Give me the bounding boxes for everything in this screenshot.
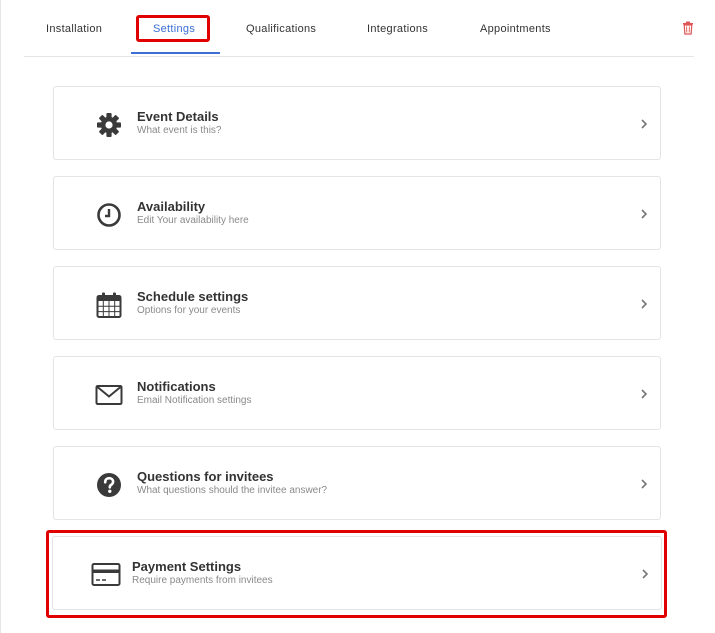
card-title: Questions for invitees	[137, 469, 274, 484]
tab-integrations[interactable]: Integrations	[367, 23, 428, 39]
notifications-card[interactable]: Notifications Email Notification setting…	[53, 356, 661, 430]
gear-icon	[95, 111, 123, 139]
card-subtitle: Edit Your availability here	[137, 215, 249, 226]
active-tab-indicator	[131, 52, 220, 54]
question-circle-icon	[95, 471, 123, 499]
clock-icon	[95, 201, 123, 229]
card-subtitle: What questions should the invitee answer…	[137, 485, 328, 496]
card-title: Notifications	[137, 379, 216, 394]
card-subtitle: Email Notification settings	[137, 395, 252, 406]
trash-icon[interactable]	[682, 21, 694, 35]
calendar-icon	[95, 291, 123, 319]
event-details-card[interactable]: Event Details What event is this?	[53, 86, 661, 160]
chevron-right-icon	[642, 569, 649, 579]
card-subtitle: What event is this?	[137, 125, 222, 136]
tab-settings[interactable]: Settings	[153, 23, 195, 39]
chevron-right-icon	[641, 299, 648, 309]
left-divider	[0, 0, 1, 633]
tab-installation[interactable]: Installation	[46, 23, 102, 39]
availability-card[interactable]: Availability Edit Your availability here	[53, 176, 661, 250]
chevron-right-icon	[641, 119, 648, 129]
card-title: Availability	[137, 199, 206, 214]
payment-settings-card[interactable]: Payment Settings Require payments from i…	[52, 536, 662, 610]
tab-qualifications[interactable]: Qualifications	[246, 23, 316, 39]
envelope-icon	[95, 381, 123, 409]
card-title: Event Details	[137, 109, 219, 124]
credit-card-icon	[91, 561, 121, 589]
questions-card[interactable]: Questions for invitees What questions sh…	[53, 446, 661, 520]
tab-appointments[interactable]: Appointments	[480, 23, 551, 39]
chevron-right-icon	[641, 389, 648, 399]
chevron-right-icon	[641, 209, 648, 219]
tab-bar: Installation Settings Qualifications Int…	[24, 0, 694, 57]
schedule-settings-card[interactable]: Schedule settings Options for your event…	[53, 266, 661, 340]
card-subtitle: Require payments from invitees	[132, 575, 273, 586]
card-subtitle: Options for your events	[137, 305, 241, 316]
chevron-right-icon	[641, 479, 648, 489]
card-title: Payment Settings	[132, 559, 242, 574]
card-title: Schedule settings	[137, 289, 249, 304]
